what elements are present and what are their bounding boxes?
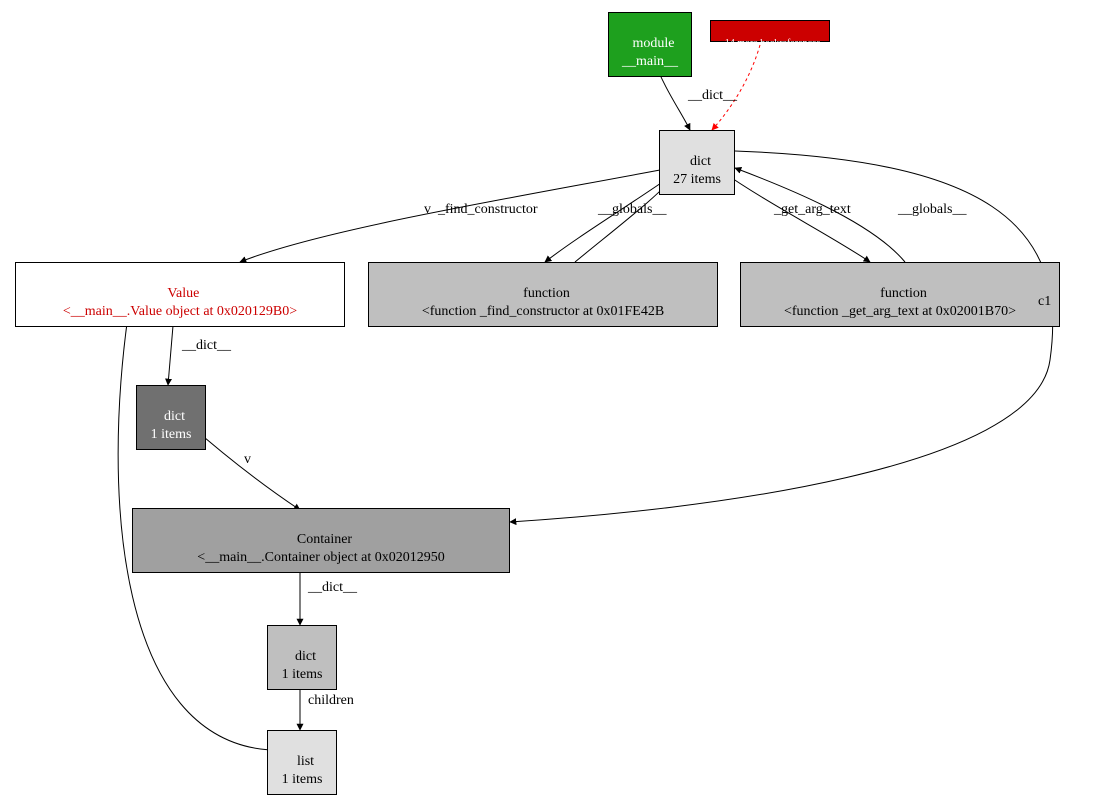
node-value: Value <__main__.Value object at 0x020129… xyxy=(15,262,345,327)
edge-label-dict-container: __dict__ xyxy=(308,580,357,596)
label: 14 more backreferences xyxy=(725,38,821,49)
label: function <function _get_arg_text at 0x02… xyxy=(784,286,1016,319)
edge-label-dict-module: __dict__ xyxy=(688,88,737,104)
edge-label-v2: v xyxy=(244,452,251,468)
label: function <function _find_constructor at … xyxy=(422,286,664,319)
node-dict-27: dict 27 items xyxy=(659,130,735,195)
label: dict 27 items xyxy=(673,154,721,187)
label: Value <__main__.Value object at 0x020129… xyxy=(63,286,297,319)
label: module __main__ xyxy=(622,36,678,69)
node-dict-1b: dict 1 items xyxy=(267,625,337,690)
label: dict 1 items xyxy=(151,409,192,442)
node-container: Container <__main__.Container object at … xyxy=(132,508,510,573)
edge-label-dict-value: __dict__ xyxy=(182,338,231,354)
node-list-1: list 1 items xyxy=(267,730,337,795)
label: Container <__main__.Container object at … xyxy=(197,532,444,565)
edge-label-v: v xyxy=(424,202,431,218)
edge-label-find-constructor: _find_constructor xyxy=(438,202,538,218)
node-function-get-arg-text: function <function _get_arg_text at 0x02… xyxy=(740,262,1060,327)
edge-label-get-arg-text: _get_arg_text xyxy=(774,202,851,218)
edge-label-children: children xyxy=(308,693,354,709)
edge-label-globals-1: __globals__ xyxy=(598,202,666,218)
label: dict 1 items xyxy=(282,649,323,682)
node-backreferences: 14 more backreferences xyxy=(710,20,830,42)
edge-label-globals-2: __globals__ xyxy=(898,202,966,218)
edge-label-c1: c1 xyxy=(1038,294,1051,310)
node-dict-1a: dict 1 items xyxy=(136,385,206,450)
label: list 1 items xyxy=(282,754,323,787)
node-function-find-constructor: function <function _find_constructor at … xyxy=(368,262,718,327)
node-module: module __main__ xyxy=(608,12,692,77)
